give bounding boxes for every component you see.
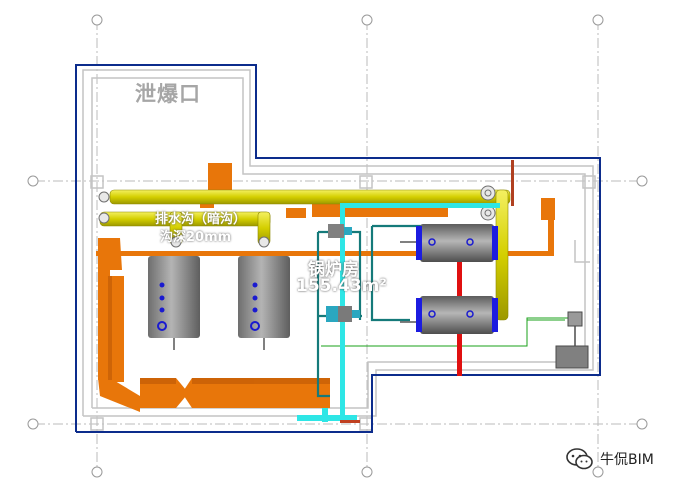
storage-tank-right [238,256,290,350]
room-area-label: 155.43m² [296,276,387,296]
floor-drain [340,420,360,423]
watermark: 牛侃BIM [566,448,654,470]
outer-wall-outline [75,64,601,433]
storage-tank-left [148,256,200,350]
hot-water-riser [511,160,514,206]
boiler-upper [400,224,498,262]
bim-plan-drawing [27,14,648,478]
explosion-vent-label: 泄爆口 [135,82,201,106]
watermark-text: 牛侃BIM [600,452,654,468]
wechat-icon [566,448,593,470]
drain-trench-label: 排水沟（暗沟） [155,212,247,227]
bim-plan-canvas: 泄爆口 排水沟（暗沟） 沟深20mm 锅炉房 155.43m² 牛侃BIM [0,0,686,491]
trench-depth-label: 沟深20mm [160,230,232,245]
boiler-lower [400,296,498,334]
